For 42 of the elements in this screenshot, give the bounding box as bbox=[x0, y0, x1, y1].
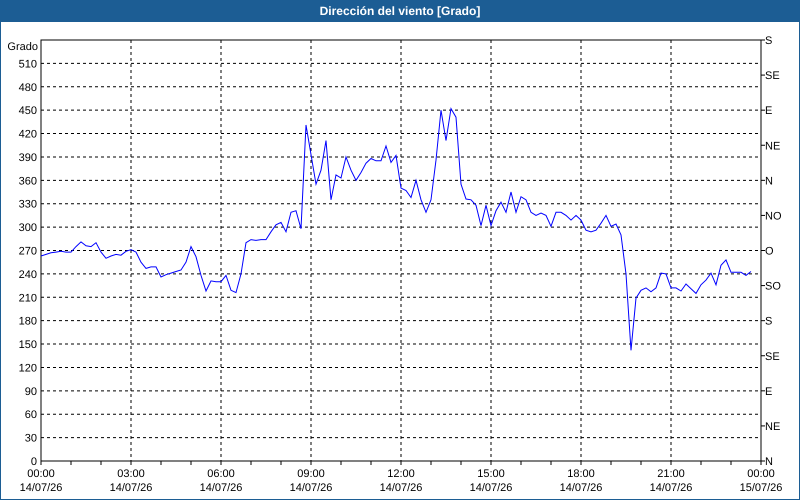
y-tick-label: 420 bbox=[18, 128, 37, 141]
y-tick-label: 270 bbox=[18, 246, 37, 258]
compass-tick-label: SO bbox=[765, 280, 781, 293]
y-tick-label: 0 bbox=[30, 456, 37, 468]
y-tick-label: 450 bbox=[18, 105, 37, 118]
x-tick-label: 15:00 14/07/26 bbox=[470, 468, 512, 494]
y-tick-label: 150 bbox=[18, 339, 37, 352]
x-tick-label: 06:00 14/07/26 bbox=[200, 468, 242, 494]
y-tick-label: 510 bbox=[18, 58, 37, 70]
compass-tick-label: SE bbox=[765, 350, 780, 363]
x-tick-label: 00:00 15/07/26 bbox=[740, 468, 782, 494]
y-tick-label: 240 bbox=[18, 268, 37, 281]
compass-tick-label: NO bbox=[765, 210, 782, 222]
compass-tick-label: S bbox=[765, 316, 772, 328]
compass-tick-label: N bbox=[765, 456, 773, 468]
compass-tick-label: NE bbox=[765, 140, 780, 152]
x-tick-label: 09:00 14/07/26 bbox=[290, 468, 332, 494]
y-tick-label: 90 bbox=[24, 386, 37, 398]
compass-tick-label: E bbox=[765, 386, 772, 398]
x-tick-label: 12:00 14/07/26 bbox=[380, 468, 422, 494]
y-tick-label: 480 bbox=[18, 82, 37, 94]
y-tick-label: 330 bbox=[18, 198, 37, 211]
compass-tick-label: O bbox=[765, 246, 774, 258]
compass-tick-label: NE bbox=[765, 420, 780, 433]
y-tick-label: 300 bbox=[18, 222, 37, 234]
x-tick-label: 00:00 14/07/26 bbox=[20, 468, 62, 494]
y-tick-label: 360 bbox=[18, 175, 37, 188]
compass-tick-label: N bbox=[765, 175, 773, 188]
y-tick-label: 210 bbox=[18, 292, 37, 304]
y-tick-label: 180 bbox=[18, 316, 37, 328]
compass-tick-label: SE bbox=[765, 70, 780, 82]
x-tick-label: 21:00 14/07/26 bbox=[650, 468, 692, 494]
compass-tick-label: S bbox=[765, 35, 772, 47]
window-title: Dirección del viento [Grado] bbox=[1, 0, 799, 22]
compass-tick-label: E bbox=[765, 105, 772, 118]
y-tick-label: 60 bbox=[24, 409, 37, 422]
x-tick-label: 03:00 14/07/26 bbox=[110, 468, 152, 494]
y-tick-label: 120 bbox=[18, 362, 37, 374]
y-axis-title: Grado bbox=[7, 41, 38, 53]
x-tick-label: 18:00 14/07/26 bbox=[560, 468, 602, 494]
y-tick-label: 390 bbox=[18, 152, 37, 164]
y-tick-label: 30 bbox=[24, 432, 37, 445]
